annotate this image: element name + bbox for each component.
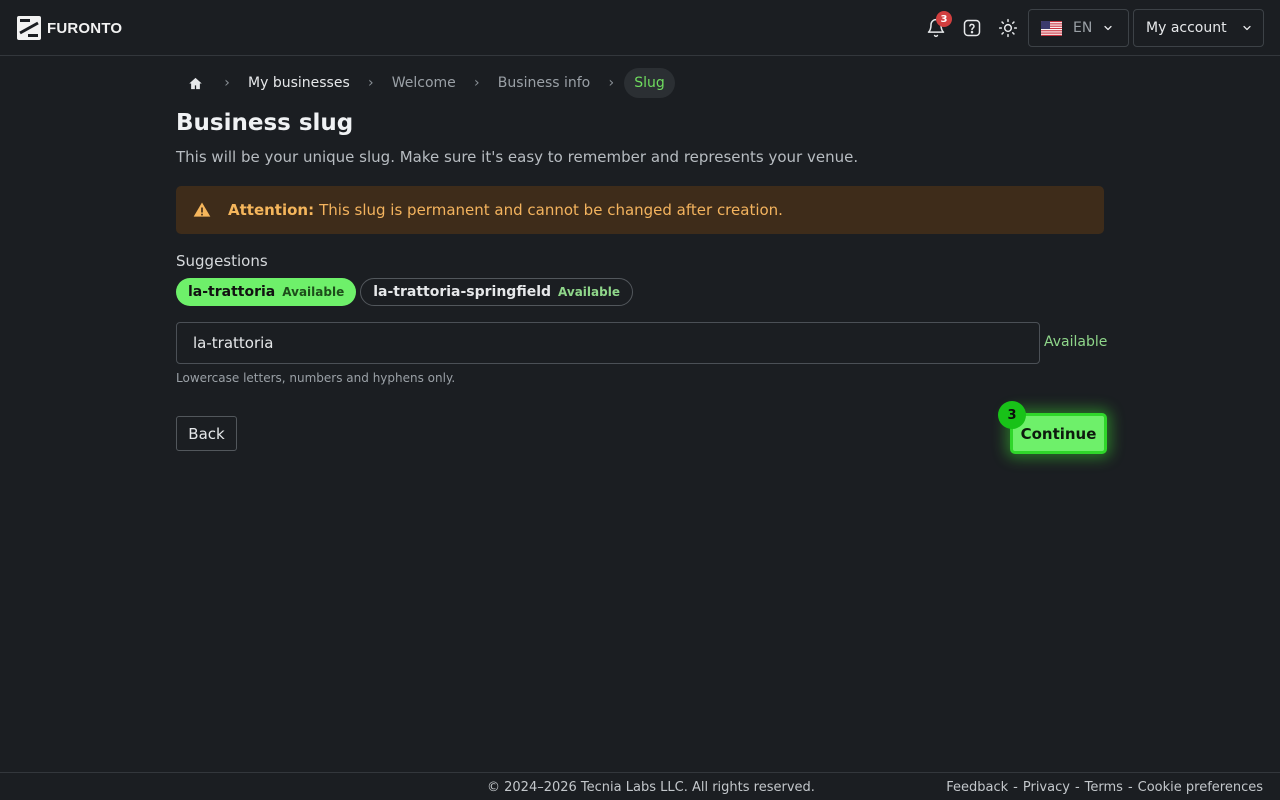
theme-toggle-button[interactable] [996,16,1020,40]
sun-icon [998,18,1018,38]
help-icon [963,19,981,37]
footer-link-feedback[interactable]: Feedback [946,780,1008,795]
footer-link-privacy[interactable]: Privacy [1023,780,1070,795]
suggestions-label: Suggestions [176,252,268,270]
chip-slug: la-trattoria [188,284,276,300]
breadcrumb-home[interactable] [176,68,214,98]
logo[interactable]: FURONTO [17,16,122,40]
slug-availability-status: Available [1044,334,1108,350]
breadcrumb-slug: Slug [624,68,675,98]
slug-input[interactable] [176,322,1040,364]
us-flag-icon [1041,20,1062,36]
chevron-right-icon: › [367,75,374,91]
chip-status: Available [558,285,620,299]
chip-slug: la-trattoria-springfield [373,284,552,300]
chip-status: Available [282,285,345,299]
help-button[interactable] [960,16,984,40]
step-badge: 3 [998,401,1026,429]
alert-message: Attention: This slug is permanent and can… [228,201,783,219]
warning-icon [193,202,211,217]
chevron-right-icon: › [608,75,615,91]
alert-text: This slug is permanent and cannot be cha… [319,201,783,219]
copyright-text: © 2024–2026 Tecnia Labs LLC. All rights … [487,780,815,795]
home-icon [188,77,202,89]
footer-separator: - [1127,780,1133,795]
logo-text: FURONTO [47,19,123,37]
top-bar: FURONTO 3 EN My account [0,0,1280,56]
language-selector[interactable]: EN [1028,9,1129,47]
slug-hint: Lowercase letters, numbers and hyphens o… [176,371,456,385]
suggestion-chips: la-trattoria Available la-trattoria-spri… [176,278,633,306]
footer-separator: - [1074,780,1080,795]
suggestion-chip-la-trattoria-springfield[interactable]: la-trattoria-springfield Available [360,278,633,306]
account-label: My account [1146,20,1227,36]
breadcrumb-my-businesses[interactable]: My businesses [240,68,358,98]
chevron-down-icon [1242,25,1251,31]
back-button[interactable]: Back [176,416,237,451]
footer-link-cookie-preferences[interactable]: Cookie preferences [1138,780,1263,795]
chevron-down-icon [1104,25,1112,31]
breadcrumb-business-info[interactable]: Business info [490,68,598,98]
page-title: Business slug [176,110,354,136]
suggestion-chip-la-trattoria[interactable]: la-trattoria Available [176,278,357,306]
language-label: EN [1073,20,1093,36]
breadcrumb-welcome[interactable]: Welcome [384,68,464,98]
logo-icon [17,16,41,40]
footer-separator: - [1013,780,1018,795]
page-subtitle: This will be your unique slug. Make sure… [176,148,859,166]
footer: © 2024–2026 Tecnia Labs LLC. All rights … [0,772,1280,800]
attention-alert: Attention: This slug is permanent and can… [176,186,1104,234]
chevron-right-icon: › [224,75,230,91]
notification-count-badge: 3 [936,11,952,27]
breadcrumb: › My businesses › Welcome › Business inf… [176,68,675,98]
alert-strong: Attention: [228,201,315,219]
footer-link-terms[interactable]: Terms [1085,780,1123,795]
footer-links: Feedback - Privacy - Terms - Cookie pref… [946,780,1263,795]
account-menu-button[interactable]: My account [1133,9,1264,47]
chevron-right-icon: › [473,75,480,91]
